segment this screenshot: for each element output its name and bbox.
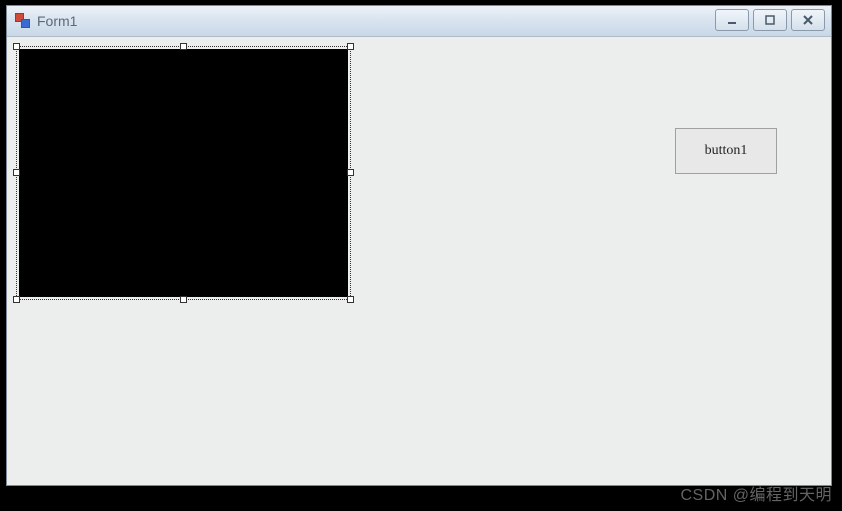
window-controls — [715, 9, 825, 31]
resize-handle-tl[interactable] — [13, 43, 20, 50]
button1-label: button1 — [705, 143, 748, 159]
button1[interactable]: button1 — [675, 128, 777, 174]
maximize-button[interactable] — [753, 9, 787, 31]
black-panel — [19, 49, 348, 297]
resize-handle-bl[interactable] — [13, 296, 20, 303]
resize-handle-mr[interactable] — [347, 169, 354, 176]
window-title: Form1 — [37, 13, 77, 29]
close-button[interactable] — [791, 9, 825, 31]
resize-handle-tc[interactable] — [180, 43, 187, 50]
minimize-button[interactable] — [715, 9, 749, 31]
client-area: button1 — [7, 37, 831, 485]
resize-handle-bc[interactable] — [180, 296, 187, 303]
watermark: CSDN @编程到天明 — [680, 481, 832, 505]
resize-handle-br[interactable] — [347, 296, 354, 303]
titlebar[interactable]: Form1 — [7, 6, 831, 37]
form-window: Form1 button1 — [6, 5, 832, 486]
app-icon — [15, 13, 31, 29]
selected-panel[interactable] — [16, 46, 351, 300]
resize-handle-tr[interactable] — [347, 43, 354, 50]
resize-handle-ml[interactable] — [13, 169, 20, 176]
